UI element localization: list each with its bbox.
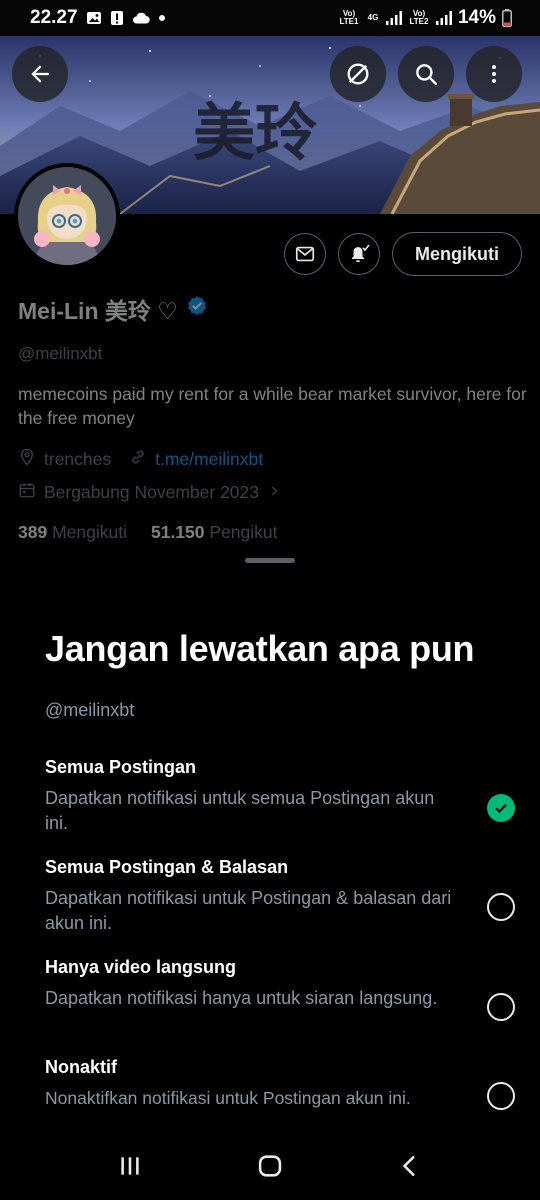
sheet-handle: @meilinxbt: [45, 700, 135, 720]
sim2-label: Vo) LTE2: [409, 9, 429, 26]
followers-label: Pengikut: [209, 522, 278, 542]
option-title: Nonaktif: [45, 1057, 117, 1077]
back-arrow-icon: [31, 65, 49, 83]
signal-icon: [435, 11, 452, 25]
profile-name: Mei-Lin 美玲 ♡: [18, 298, 178, 324]
radio-unselected[interactable]: [487, 1082, 515, 1110]
following-button[interactable]: Mengikuti: [392, 232, 522, 276]
home-button[interactable]: [256, 1152, 284, 1185]
search-button[interactable]: [398, 46, 454, 102]
notification-dot-icon: [158, 14, 166, 22]
profile-link[interactable]: t.me/meilinxbt: [155, 449, 263, 470]
network-label: 4G: [367, 13, 379, 22]
mail-icon: [295, 246, 315, 262]
option-title: Hanya video langsung: [45, 957, 237, 977]
back-icon: [403, 1155, 415, 1176]
verified-badge-icon: [186, 295, 208, 323]
option-off[interactable]: Nonaktif Nonaktifkan notifikasi untuk Po…: [45, 1057, 515, 1111]
status-bar: 22.27 Vo) LTE1 4G Vo) LTE2 14%: [0, 0, 540, 36]
avatar-image: [18, 167, 116, 265]
followers-stat[interactable]: 51.150 Pengikut: [151, 522, 278, 543]
radio-unselected[interactable]: [487, 993, 515, 1021]
radio-selected[interactable]: [487, 794, 515, 822]
grok-button[interactable]: [330, 46, 386, 102]
following-count: 389: [18, 522, 48, 542]
recents-icon: [120, 1156, 139, 1175]
profile-bio: memecoins paid my rent for a while bear …: [18, 384, 527, 428]
chevron-right-icon[interactable]: [267, 482, 281, 503]
option-description: Dapatkan notifikasi untuk Postingan & ba…: [45, 888, 452, 933]
profile-location: trenches: [44, 449, 112, 469]
battery-percent: 14%: [457, 7, 496, 28]
option-live-only[interactable]: Hanya video langsung Dapatkan notifikasi…: [45, 957, 515, 1021]
more-button[interactable]: [466, 46, 522, 102]
following-stat[interactable]: 389 Mengikuti: [18, 522, 127, 543]
gallery-icon: [86, 10, 102, 26]
search-icon: [416, 64, 437, 85]
profile-joined-row: Bergabung November 2023: [18, 481, 281, 504]
profile-meta-row: trenches t.me/meilinxbt: [18, 448, 263, 471]
more-vertical-icon: [492, 65, 496, 83]
notification-button[interactable]: [338, 233, 380, 275]
check-icon: [495, 803, 507, 814]
option-description: Nonaktifkan notifikasi untuk Postingan a…: [45, 1088, 411, 1108]
link-icon: [129, 448, 147, 471]
message-button[interactable]: [284, 233, 326, 275]
system-nav-bar: [0, 1136, 540, 1200]
grok-icon: [347, 63, 369, 85]
back-button[interactable]: [12, 46, 68, 102]
alert-icon: [110, 10, 124, 26]
avatar[interactable]: [14, 163, 120, 269]
recents-button[interactable]: [117, 1153, 143, 1184]
battery-icon: [502, 9, 512, 27]
profile-handle: @meilinxbt: [18, 344, 103, 363]
option-title: Semua Postingan & Balasan: [45, 857, 289, 877]
cloud-icon: [132, 11, 150, 25]
followers-count: 51.150: [150, 522, 205, 542]
sheet-drag-handle[interactable]: [245, 558, 295, 563]
profile-stats: 389 Mengikuti 51.150 Pengikut: [18, 522, 278, 543]
bell-icon: [352, 244, 370, 263]
sim1-label: Vo) LTE1: [339, 9, 359, 26]
option-all-posts[interactable]: Semua Postingan Dapatkan notifikasi untu…: [45, 757, 515, 836]
sheet-title: Jangan lewatkan apa pun: [45, 628, 475, 669]
banner-calligraphy: 美玲: [193, 96, 317, 169]
option-title: Semua Postingan: [45, 757, 197, 777]
home-icon: [258, 1154, 282, 1177]
following-label: Mengikuti: [52, 522, 127, 542]
option-description: Dapatkan notifikasi hanya untuk siaran l…: [45, 988, 438, 1008]
signal-icon: [385, 11, 402, 25]
radio-unselected[interactable]: [487, 893, 515, 921]
back-nav-button[interactable]: [397, 1153, 423, 1184]
calendar-icon: [18, 481, 36, 504]
location-icon: [18, 448, 36, 471]
option-description: Dapatkan notifikasi untuk semua Postinga…: [45, 788, 435, 833]
status-time: 22.27: [30, 7, 78, 28]
profile-joined: Bergabung November 2023: [44, 482, 260, 502]
option-posts-replies[interactable]: Semua Postingan & Balasan Dapatkan notif…: [45, 857, 515, 936]
profile-name-row: Mei-Lin 美玲 ♡: [18, 292, 208, 326]
